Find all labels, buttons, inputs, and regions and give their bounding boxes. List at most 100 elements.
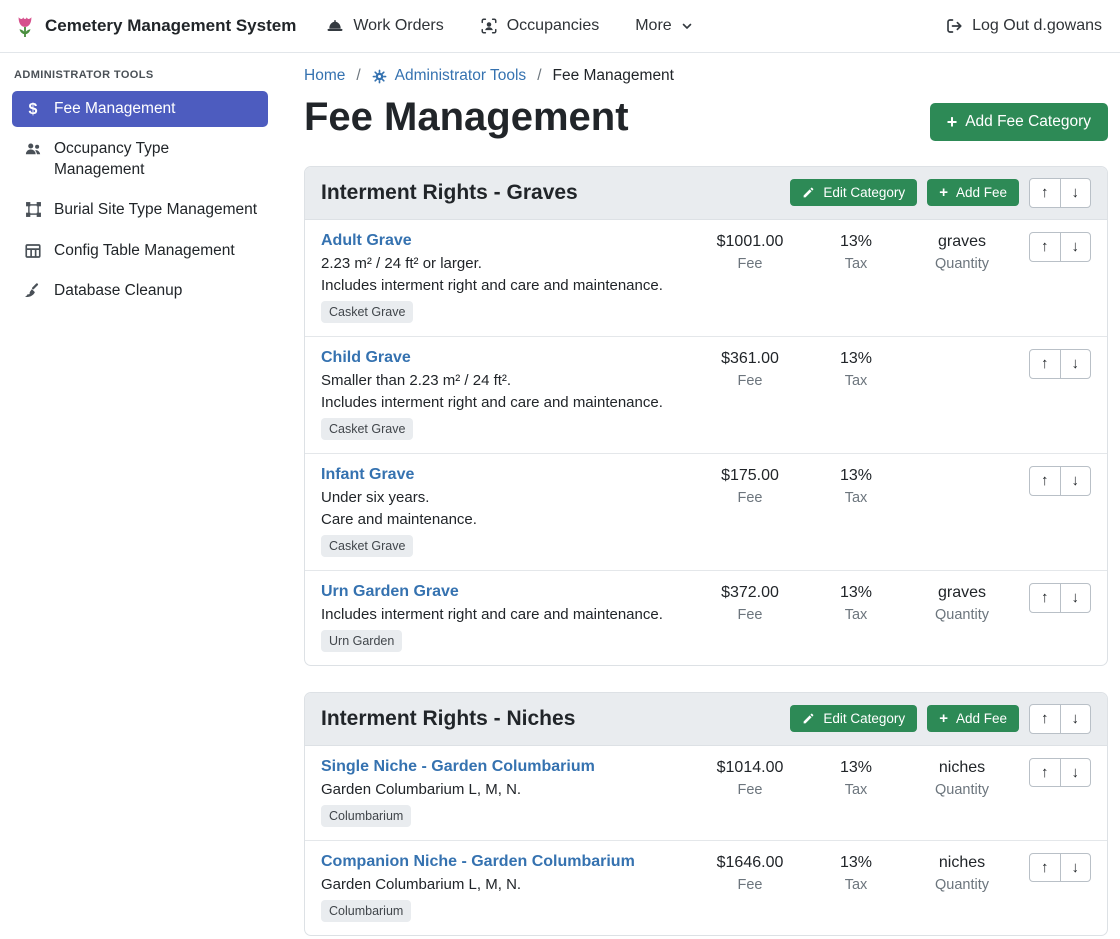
- category-header: Interment Rights - Graves Edit Category …: [305, 167, 1107, 220]
- move-fee-down-button[interactable]: ↓: [1060, 853, 1092, 883]
- move-fee-up-button[interactable]: ↑: [1029, 853, 1061, 883]
- fee-info: Single Niche - Garden Columbarium Garden…: [321, 758, 697, 827]
- add-fee-category-label: Add Fee Category: [965, 113, 1091, 131]
- fee-type-badge: Urn Garden: [321, 630, 402, 652]
- fee-name-link[interactable]: Single Niche - Garden Columbarium: [321, 758, 595, 776]
- fee-name-link[interactable]: Adult Grave: [321, 232, 412, 250]
- fee-amount: $1001.00: [697, 233, 803, 251]
- fee-row: Infant Grave Under six years. Care and m…: [305, 454, 1107, 571]
- fee-row: Adult Grave 2.23 m² / 24 ft² or larger. …: [305, 220, 1107, 337]
- move-category-up-button[interactable]: ↑: [1029, 178, 1061, 208]
- fee-name-link[interactable]: Urn Garden Grave: [321, 583, 459, 601]
- fee-name-link[interactable]: Infant Grave: [321, 466, 414, 484]
- app-brand[interactable]: Cemetery Management System: [14, 12, 296, 40]
- edit-category-button[interactable]: Edit Category: [790, 179, 917, 206]
- tax-value: 13%: [803, 467, 909, 485]
- nav-more-label: More: [635, 17, 671, 35]
- sidebar-item-label: Database Cleanup: [54, 281, 182, 301]
- add-fee-button[interactable]: + Add Fee: [927, 179, 1019, 206]
- move-fee-up-button[interactable]: ↑: [1029, 232, 1061, 262]
- hard-hat-icon: [326, 17, 344, 35]
- breadcrumb-home[interactable]: Home: [304, 67, 345, 85]
- nav-occupancies[interactable]: Occupancies: [480, 17, 600, 35]
- fee-amount-label: Fee: [697, 490, 803, 506]
- fee-info: Infant Grave Under six years. Care and m…: [321, 466, 697, 557]
- move-category-down-button[interactable]: ↓: [1060, 704, 1092, 734]
- move-category-up-button[interactable]: ↑: [1029, 704, 1061, 734]
- nav-work-orders[interactable]: Work Orders: [326, 17, 443, 35]
- quantity-label: Quantity: [909, 256, 1015, 272]
- fee-info: Adult Grave 2.23 m² / 24 ft² or larger. …: [321, 232, 697, 323]
- page-header: Fee Management + Add Fee Category: [304, 91, 1108, 166]
- quantity-column: graves Quantity: [909, 232, 1015, 272]
- occupancies-icon: [480, 17, 498, 35]
- badge-row: Casket Grave: [321, 418, 687, 440]
- plus-icon: +: [947, 113, 958, 131]
- move-fee-down-button[interactable]: ↓: [1060, 466, 1092, 496]
- move-fee-up-button[interactable]: ↑: [1029, 758, 1061, 788]
- sidebar-item-label: Burial Site Type Management: [54, 200, 257, 220]
- fee-type-badge: Casket Grave: [321, 301, 413, 323]
- move-fee-up-button[interactable]: ↑: [1029, 349, 1061, 379]
- category-card-graves: Interment Rights - Graves Edit Category …: [304, 166, 1108, 666]
- add-fee-label: Add Fee: [956, 185, 1007, 200]
- category-header: Interment Rights - Niches Edit Category …: [305, 693, 1107, 746]
- badge-row: Casket Grave: [321, 535, 687, 557]
- move-category-down-button[interactable]: ↓: [1060, 178, 1092, 208]
- category-actions: Edit Category + Add Fee ↑ ↓: [790, 178, 1091, 208]
- sidebar-heading: Administrator Tools: [14, 69, 268, 81]
- fee-description: Garden Columbarium L, M, N.: [321, 876, 687, 893]
- move-fee-up-button[interactable]: ↑: [1029, 583, 1061, 613]
- logout-icon: [945, 17, 963, 35]
- edit-category-button[interactable]: Edit Category: [790, 705, 917, 732]
- quantity-column: [909, 349, 1015, 350]
- tax-column: 13% Tax: [803, 758, 909, 798]
- move-fee-down-button[interactable]: ↓: [1060, 758, 1092, 788]
- move-fee-down-button[interactable]: ↓: [1060, 583, 1092, 613]
- sidebar-item-database-cleanup[interactable]: Database Cleanup: [12, 273, 268, 309]
- chevron-down-icon: [681, 20, 693, 32]
- sidebar-item-fee-management[interactable]: $ Fee Management: [12, 91, 268, 127]
- fee-info: Urn Garden Grave Includes interment righ…: [321, 583, 697, 652]
- quantity-column: niches Quantity: [909, 853, 1015, 893]
- tax-value: 13%: [803, 233, 909, 251]
- add-fee-category-button[interactable]: + Add Fee Category: [930, 103, 1108, 141]
- fee-description: Includes interment right and care and ma…: [321, 277, 687, 294]
- category-card-niches: Interment Rights - Niches Edit Category …: [304, 692, 1108, 936]
- sidebar-item-label: Occupancy Type Management: [54, 139, 258, 180]
- sidebar-item-label: Config Table Management: [54, 241, 235, 261]
- breadcrumb-admin-tools-label: Administrator Tools: [395, 67, 527, 85]
- badge-row: Casket Grave: [321, 301, 687, 323]
- sidebar-item-occupancy-type-management[interactable]: Occupancy Type Management: [12, 131, 268, 188]
- nav-occupancies-label: Occupancies: [507, 17, 600, 35]
- add-fee-button[interactable]: + Add Fee: [927, 705, 1019, 732]
- sidebar-item-burial-site-type-management[interactable]: Burial Site Type Management: [12, 192, 268, 228]
- sidebar-item-config-table-management[interactable]: Config Table Management: [12, 233, 268, 269]
- page-layout: Administrator Tools $ Fee Management Occ…: [0, 53, 1120, 939]
- category-title: Interment Rights - Niches: [321, 707, 575, 731]
- plus-icon: +: [939, 711, 948, 726]
- breadcrumb-current: Fee Management: [553, 67, 675, 85]
- logout-link[interactable]: Log Out d.gowans: [945, 17, 1106, 35]
- fee-amount: $175.00: [697, 467, 803, 485]
- fee-amount: $1014.00: [697, 759, 803, 777]
- tax-label: Tax: [803, 373, 909, 389]
- move-fee-up-button[interactable]: ↑: [1029, 466, 1061, 496]
- tax-label: Tax: [803, 256, 909, 272]
- move-fee-down-button[interactable]: ↓: [1060, 232, 1092, 262]
- tax-column: 13% Tax: [803, 349, 909, 389]
- fee-name-link[interactable]: Child Grave: [321, 349, 411, 367]
- add-fee-label: Add Fee: [956, 711, 1007, 726]
- fee-name-link[interactable]: Companion Niche - Garden Columbarium: [321, 853, 635, 871]
- quantity-column: niches Quantity: [909, 758, 1015, 798]
- fee-amount-column: $361.00 Fee: [697, 349, 803, 389]
- category-actions: Edit Category + Add Fee ↑ ↓: [790, 704, 1091, 734]
- quantity-column: graves Quantity: [909, 583, 1015, 623]
- fee-type-badge: Columbarium: [321, 805, 411, 827]
- move-fee-down-button[interactable]: ↓: [1060, 349, 1092, 379]
- edit-category-label: Edit Category: [823, 185, 905, 200]
- nav-more[interactable]: More: [635, 17, 692, 35]
- fee-amount-label: Fee: [697, 607, 803, 623]
- tax-label: Tax: [803, 607, 909, 623]
- breadcrumb-admin-tools[interactable]: Administrator Tools: [372, 67, 527, 85]
